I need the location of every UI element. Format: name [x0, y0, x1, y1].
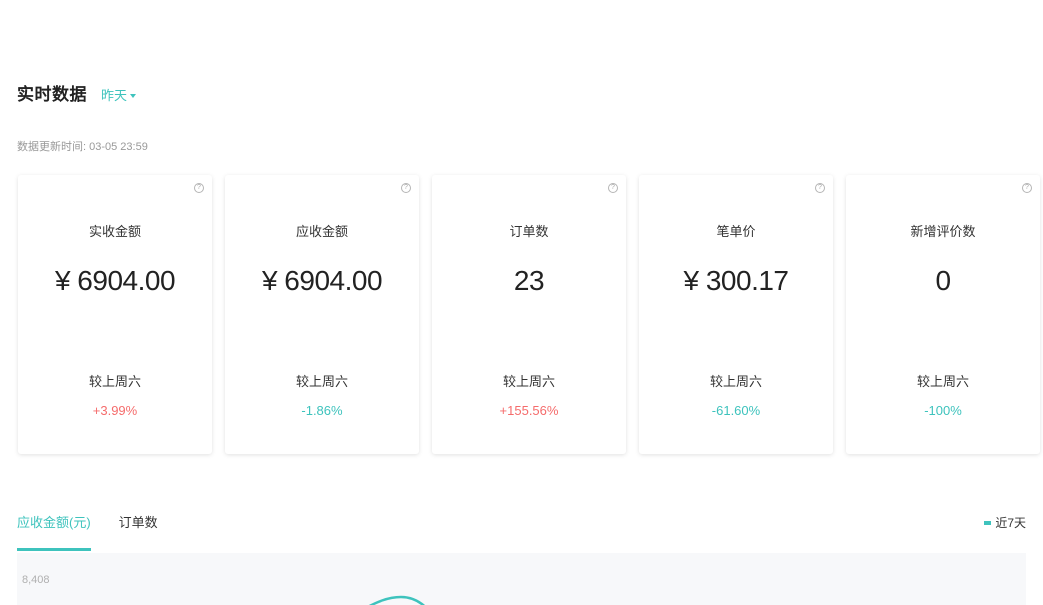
update-time: 数据更新时间: 03-05 23:59 — [17, 141, 148, 153]
metric-value: 23 — [513, 265, 545, 296]
metric-compare-label: 较上周六 — [88, 374, 141, 389]
metric-compare-label: 较上周六 — [295, 374, 348, 389]
metric-change: +3.99% — [92, 403, 138, 418]
metric-cards: ? 实收金额 ¥ 6904.00 较上周六 +3.99% ? 应收金额 ¥ 69… — [18, 175, 1040, 454]
metric-compare-label: 较上周六 — [709, 374, 762, 389]
date-range-label: 昨天 — [101, 88, 128, 103]
metric-value: 0 — [935, 265, 951, 296]
metric-label: 笔单价 — [716, 224, 756, 239]
metric-label: 实收金额 — [88, 224, 141, 239]
dashboard-page: 实时数据 昨天 数据更新时间: 03-05 23:59 ? 实收金额 ¥ 690… — [0, 0, 1043, 605]
metric-change: -61.60% — [711, 403, 761, 418]
date-range-dropdown[interactable]: 昨天 — [101, 85, 137, 104]
trend-chart-svg — [368, 595, 426, 605]
metric-compare-label: 较上周六 — [502, 374, 555, 389]
chart-tabs: 应收金额(元) 订单数 — [17, 512, 158, 551]
help-circle-icon[interactable]: ? — [608, 183, 618, 193]
metric-value: ¥ 300.17 — [683, 265, 790, 296]
metric-card-order-count: ? 订单数 23 较上周六 +155.56% — [432, 175, 626, 454]
help-circle-icon[interactable]: ? — [194, 183, 204, 193]
metric-card-receivable-amount: ? 应收金额 ¥ 6904.00 较上周六 -1.86% — [225, 175, 419, 454]
tab-order-count[interactable]: 订单数 — [119, 512, 158, 551]
metric-change: -1.86% — [301, 403, 343, 418]
realtime-header: 实时数据 昨天 — [17, 80, 137, 105]
chart-legend[interactable]: 近7天 — [984, 514, 1026, 531]
legend-label: 近7天 — [995, 516, 1026, 530]
metric-label: 订单数 — [509, 224, 549, 239]
help-circle-icon[interactable]: ? — [401, 183, 411, 193]
tab-receivable-amount[interactable]: 应收金额(元) — [17, 512, 91, 551]
metric-compare-label: 较上周六 — [916, 374, 969, 389]
metric-value: ¥ 6904.00 — [261, 265, 383, 296]
metric-label: 新增评价数 — [910, 224, 976, 239]
metric-value: ¥ 6904.00 — [54, 265, 176, 296]
metric-label: 应收金额 — [295, 224, 348, 239]
metric-card-paid-amount: ? 实收金额 ¥ 6904.00 较上周六 +3.99% — [18, 175, 212, 454]
metric-card-new-reviews: ? 新增评价数 0 较上周六 -100% — [846, 175, 1040, 454]
metric-change: -100% — [924, 403, 962, 418]
help-circle-icon[interactable]: ? — [1022, 183, 1032, 193]
trend-chart: 8,408 — [17, 553, 1026, 605]
series-line — [368, 595, 426, 605]
page-title: 实时数据 — [17, 85, 87, 104]
legend-swatch — [984, 520, 992, 525]
caret-down-icon — [130, 93, 137, 98]
metric-change: +155.56% — [499, 403, 559, 418]
help-circle-icon[interactable]: ? — [815, 183, 825, 193]
metric-card-avg-order-price: ? 笔单价 ¥ 300.17 较上周六 -61.60% — [639, 175, 833, 454]
